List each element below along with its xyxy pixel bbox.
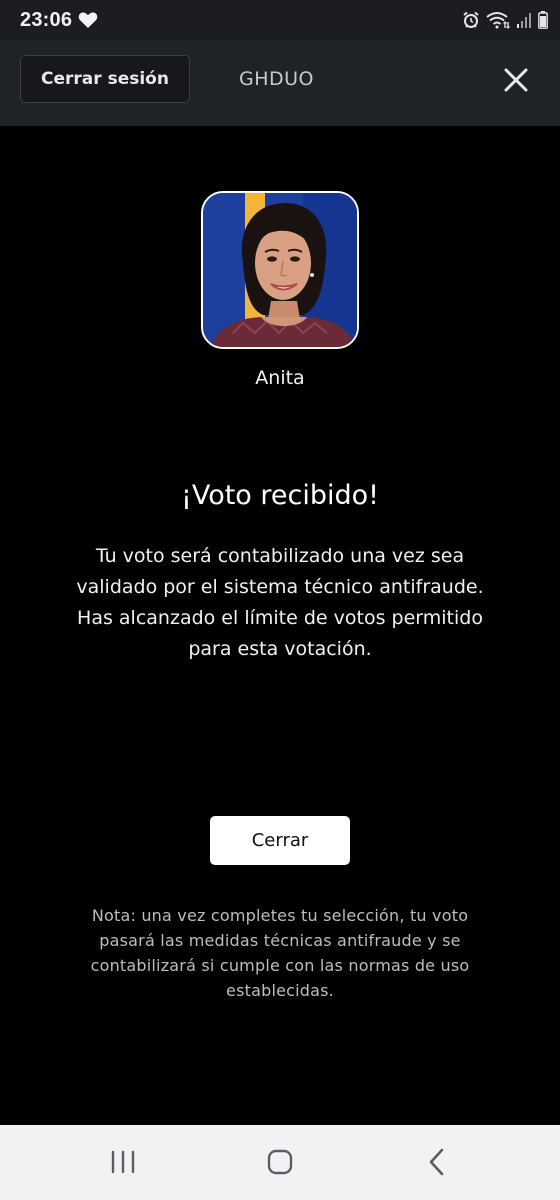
note-line: contabilizará si cumple con las normas d…	[90, 956, 470, 975]
status-time: 23:06	[20, 9, 73, 31]
candidate-photo	[203, 193, 357, 347]
vote-message-line: Tu voto será contabilizado una vez sea	[95, 545, 465, 567]
note-text: Nota: una vez completes tu selección, tu…	[50, 903, 510, 1003]
header-title: GHDUO	[239, 68, 315, 90]
close-icon[interactable]	[502, 66, 530, 94]
note-line: Nota: una vez completes tu selección, tu…	[91, 906, 469, 925]
close-button[interactable]: Cerrar	[210, 816, 350, 865]
heart-icon	[78, 12, 98, 28]
home-icon[interactable]	[260, 1145, 300, 1179]
vote-received-title: ¡Voto recibido!	[181, 480, 379, 511]
vote-message: Tu voto será contabilizado una vez sea v…	[30, 541, 530, 665]
back-icon[interactable]	[417, 1145, 457, 1179]
system-nav-bar	[0, 1125, 560, 1200]
logout-button[interactable]: Cerrar sesión	[20, 55, 190, 103]
signal-icon	[517, 13, 531, 28]
note-line: pasará las medidas técnicas antifraude y…	[99, 931, 461, 950]
wifi-icon	[486, 12, 510, 29]
vote-message-line: Has alcanzado el límite de votos permiti…	[77, 607, 483, 629]
battery-icon	[538, 11, 548, 29]
app-header: Cerrar sesión GHDUO	[0, 40, 560, 126]
candidate-name: Anita	[255, 367, 305, 389]
status-icons	[462, 10, 548, 30]
note-line: establecidas.	[226, 981, 334, 1000]
vote-message-line: para esta votación.	[188, 638, 372, 660]
vote-message-line: validado por el sistema técnico antifrau…	[76, 576, 484, 598]
candidate-avatar	[201, 191, 359, 349]
status-bar: 23:06	[0, 0, 560, 40]
alarm-icon	[463, 11, 479, 28]
recent-apps-icon[interactable]	[103, 1145, 143, 1179]
